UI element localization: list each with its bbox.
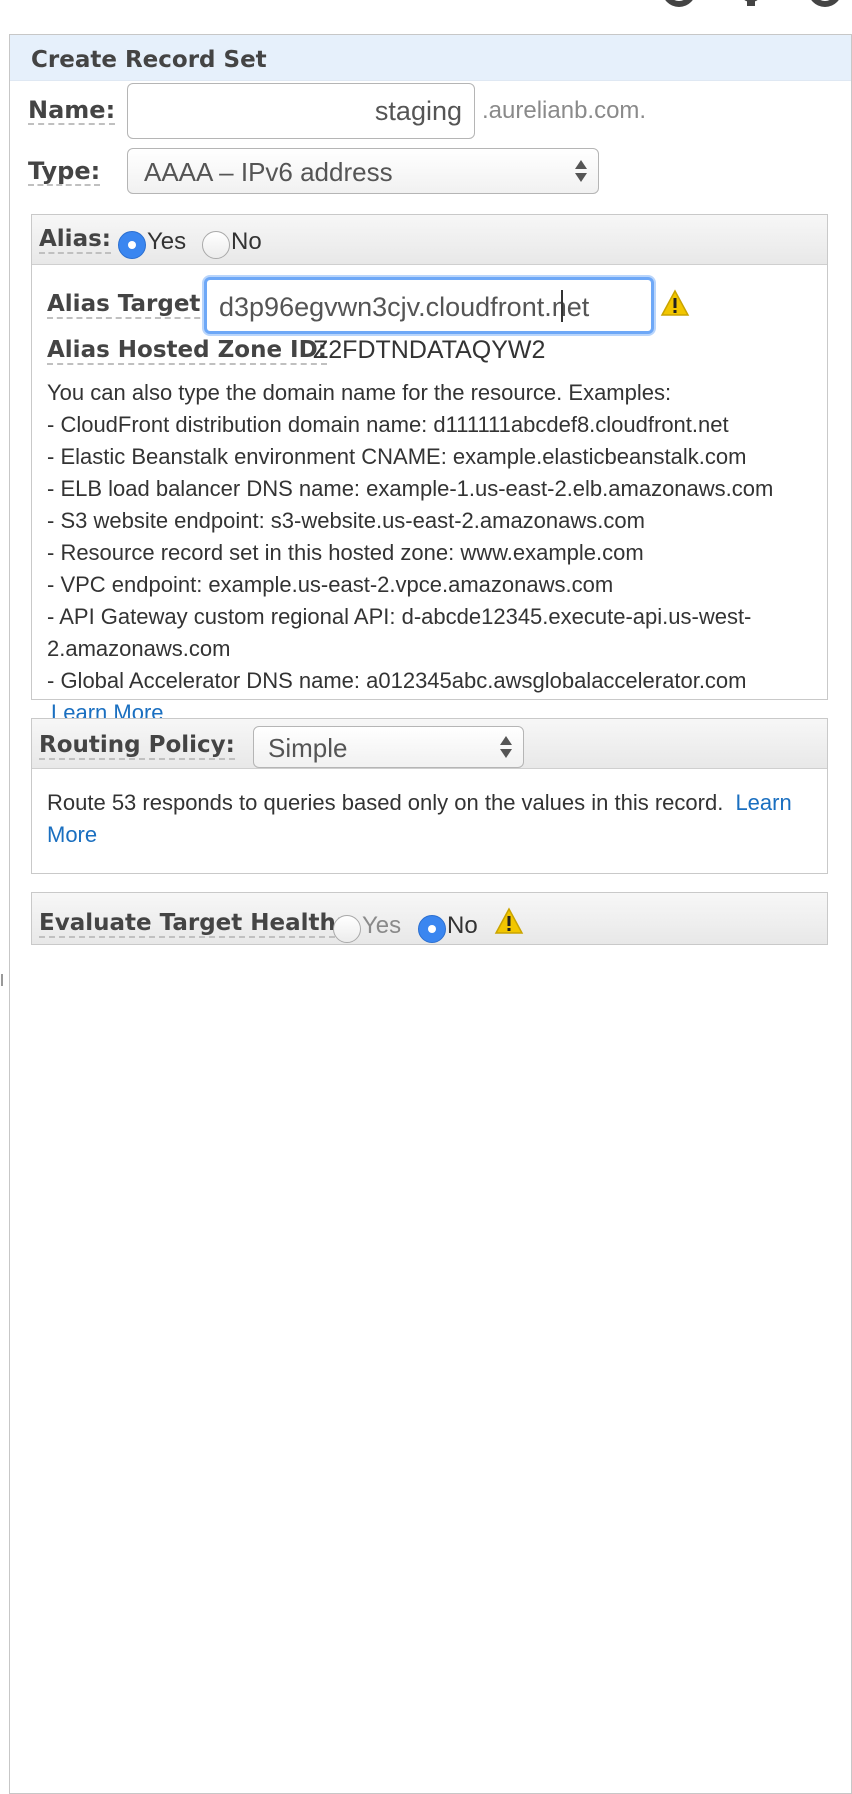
routing-policy-label: Routing Policy: [39, 732, 235, 761]
refresh-icon[interactable] [662, 0, 696, 8]
alias-help-intro: You can also type the domain name for th… [47, 380, 672, 405]
alias-yes-radio[interactable] [118, 231, 146, 259]
alias-target-label: Alias Target: [47, 291, 210, 320]
alias-section: Alias: Yes No Alias Target: d3p96egvwn3c… [31, 214, 828, 725]
health-yes-radio[interactable] [333, 915, 361, 943]
zone-id-value: Z2FDTNDATAQYW2 [313, 336, 546, 364]
health-section: Evaluate Target Health: Yes No [31, 892, 828, 945]
edge-mark [1, 974, 3, 986]
routing-policy-value: Simple [268, 733, 348, 763]
alias-example: - VPC endpoint: example.us-east-2.vpce.a… [47, 572, 614, 597]
alias-yes-label: Yes [147, 228, 187, 255]
gear-icon[interactable] [734, 0, 768, 8]
name-input[interactable]: staging [127, 83, 475, 139]
text-cursor [561, 290, 563, 322]
health-no-label: No [447, 912, 478, 939]
help-icon[interactable] [808, 0, 842, 8]
type-select-value: AAAA – IPv6 address [144, 157, 393, 187]
health-no-radio[interactable] [418, 915, 446, 943]
alias-header: Alias: Yes No [32, 215, 827, 265]
routing-description-text: Route 53 responds to queries based only … [47, 790, 724, 815]
create-record-set-panel: Create Record Set Name: staging .aurelia… [9, 34, 852, 1794]
alias-example: - ELB load balancer DNS name: example-1.… [47, 476, 774, 501]
alias-label: Alias: [39, 226, 111, 255]
warning-icon [494, 907, 524, 934]
alias-example: - Elastic Beanstalk environment CNAME: e… [47, 444, 747, 469]
type-label: Type: [28, 157, 101, 187]
alias-example: 2.amazonaws.com [47, 636, 231, 661]
alias-target-value: d3p96egvwn3cjv.cloudfront.net [219, 292, 590, 322]
domain-suffix: .aurelianb.com. [482, 97, 647, 124]
routing-policy-select[interactable]: Simple [253, 726, 524, 768]
health-yes-label: Yes [362, 912, 402, 939]
evaluate-health-label: Evaluate Target Health: [39, 910, 346, 939]
routing-description: Route 53 responds to queries based only … [47, 787, 822, 851]
routing-learn-link[interactable]: Learn [735, 790, 791, 815]
alias-no-radio[interactable] [202, 231, 230, 259]
alias-example: - Resource record set in this hosted zon… [47, 540, 644, 565]
type-select[interactable]: AAAA – IPv6 address [127, 148, 599, 194]
alias-help: You can also type the domain name for th… [47, 377, 817, 729]
warning-icon [660, 289, 690, 316]
routing-more-link[interactable]: More [47, 822, 97, 847]
alias-no-label: No [231, 228, 262, 255]
routing-section: Routing Policy: Simple Route 53 responds… [31, 718, 828, 874]
alias-target-input[interactable]: d3p96egvwn3cjv.cloudfront.net [204, 277, 654, 334]
alias-example: - S3 website endpoint: s3-website.us-eas… [47, 508, 645, 533]
zone-id-label: Alias Hosted Zone ID: [47, 337, 327, 366]
select-arrows-icon [575, 160, 587, 182]
alias-example: - API Gateway custom regional API: d-abc… [47, 604, 752, 629]
health-header: Evaluate Target Health: Yes No [32, 893, 827, 944]
panel-title: Create Record Set [10, 35, 851, 81]
select-arrows-icon [500, 736, 512, 758]
name-label: Name: [28, 96, 116, 126]
alias-example: - CloudFront distribution domain name: d… [47, 412, 729, 437]
alias-example: - Global Accelerator DNS name: a012345ab… [47, 668, 747, 693]
name-input-value: staging [374, 96, 462, 126]
routing-header: Routing Policy: Simple [32, 719, 827, 769]
